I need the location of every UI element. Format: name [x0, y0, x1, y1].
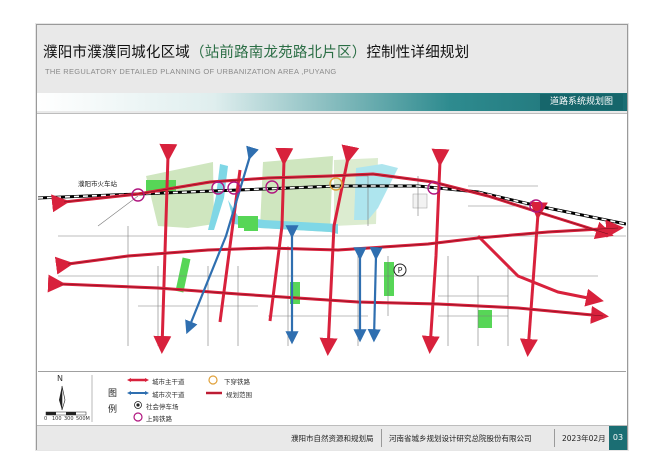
- footer-divider: [554, 429, 555, 447]
- legend-underpass: 下穿铁路: [224, 378, 250, 386]
- station-label: 濮阳市火车站: [78, 179, 118, 188]
- page-number: 03: [609, 426, 627, 450]
- underpass-symbol-icon: [208, 375, 218, 385]
- legend-label-1: 图: [108, 389, 118, 399]
- map-name-bar: 道路系统规划图: [37, 93, 627, 111]
- page-subtitle: THE REGULATORY DETAILED PLANNING OF URBA…: [45, 67, 337, 76]
- footer-date: 2023年02月: [562, 434, 606, 443]
- green-block: [238, 216, 258, 228]
- footer-divider: [381, 429, 382, 447]
- drawing-frame: 濮阳市濮濮同城化区域（站前路南龙苑路北片区）控制性详细规划 THE REGULA…: [36, 24, 628, 450]
- title-block: 濮阳市濮濮同城化区域（站前路南龙苑路北片区）控制性详细规划 THE REGULA…: [37, 25, 627, 114]
- legend-boundary: 规划范围: [226, 391, 252, 399]
- secondary-road-symbol: [127, 391, 149, 395]
- green-block: [384, 262, 394, 296]
- footer-designer: 河南省城乡规划设计研究总院股份有限公司: [389, 434, 532, 443]
- north-label: N: [57, 374, 63, 383]
- page-title: 濮阳市濮濮同城化区域（站前路南龙苑路北片区）控制性详细规划: [43, 41, 469, 62]
- parking-symbol-icon: [134, 401, 142, 409]
- green-block: [175, 257, 191, 293]
- road-system-map: 濮阳市火车站 P: [38, 116, 626, 368]
- legend-panel: N 0 100 300 500M 图 例 城市主干道 城市次干道 社会停车场 上…: [38, 371, 626, 424]
- north-arrow-icon: [59, 385, 66, 411]
- legend-graphics: [45, 375, 222, 422]
- legend-main-road: 城市主干道: [152, 378, 185, 386]
- scale-bar-icon: [45, 411, 87, 416]
- legend-secondary-road: 城市次干道: [152, 391, 185, 399]
- footer-bar: 濮阳市自然资源和规划局 河南省城乡规划设计研究总院股份有限公司 2023年02月…: [37, 425, 627, 450]
- green-block: [478, 310, 492, 328]
- scale-tick-500: 500M: [76, 416, 90, 422]
- building-block: [412, 193, 428, 209]
- footer-client: 濮阳市自然资源和规划局: [291, 434, 374, 443]
- overpass-symbol-icon: [133, 412, 143, 422]
- park-zone-west: [146, 162, 214, 228]
- title-highlight: （站前路南龙苑路北片区）: [190, 45, 367, 61]
- legend-overpass: 上跨铁路: [146, 415, 172, 423]
- map-canvas: 濮阳市火车站 P: [38, 143, 626, 357]
- legend-label-2: 例: [108, 405, 118, 415]
- title-tail: 控制性详细规划: [366, 45, 470, 61]
- parking-symbol: P: [398, 266, 403, 275]
- title-main: 濮阳市濮濮同城化区域: [43, 45, 190, 61]
- map-name: 道路系统规划图: [539, 94, 623, 110]
- legend-parking: 社会停车场: [146, 403, 179, 411]
- scale-tick-300: 300: [64, 416, 74, 422]
- parking-icon: P: [393, 263, 407, 277]
- scale-tick-0: 0: [44, 416, 48, 422]
- scale-tick-100: 100: [52, 416, 62, 422]
- main-road-symbol: [127, 378, 149, 382]
